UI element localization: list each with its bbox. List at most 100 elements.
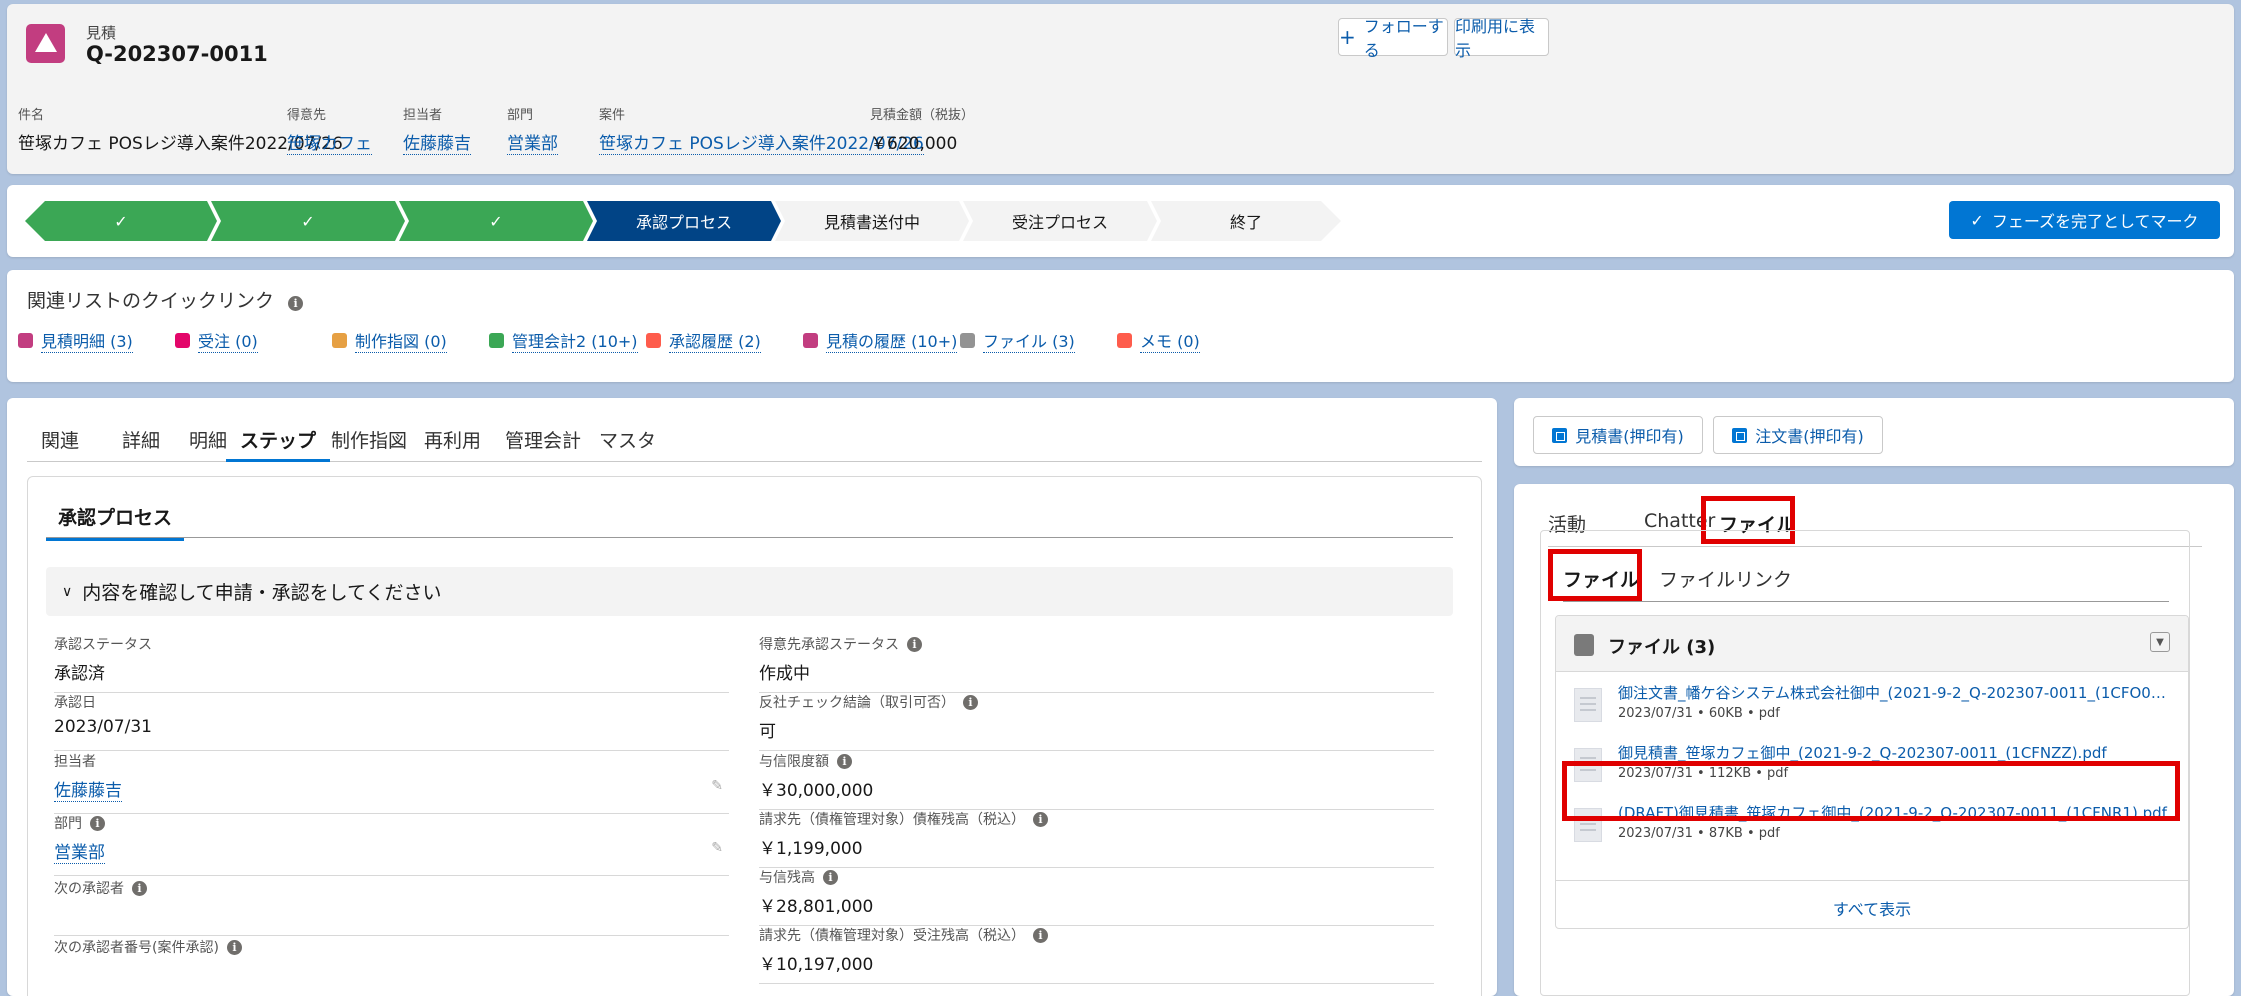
field-customer-approval-status: 得意先承認ステータス i 作成中	[759, 635, 1434, 693]
record-title: Q-202307-0011	[86, 42, 268, 66]
check-icon: ✓	[1970, 210, 1984, 230]
divider	[1556, 880, 2188, 881]
tab-accounting[interactable]: 管理会計	[491, 426, 595, 462]
field-next-approver: 次の承認者 i	[54, 879, 729, 936]
main-detail-panel: 関連 詳細 明細 ステップ 制作指図 再利用 管理会計 マスタ 承認プロセス ∨…	[7, 398, 1497, 996]
quick-link-quote-lines[interactable]: 見積明細 (3)	[18, 328, 133, 353]
check-icon: ✓	[489, 211, 503, 231]
section-header[interactable]: ∨ 内容を確認して申請・承認をしてください	[46, 567, 1453, 616]
pencil-icon[interactable]: ✎	[711, 778, 723, 794]
customer-link[interactable]: 笹塚カフェ	[287, 134, 372, 155]
stage-closed[interactable]: 終了	[1151, 201, 1341, 241]
owner-link[interactable]: 佐藤藤吉	[54, 781, 122, 802]
stage-3-complete[interactable]: ✓	[399, 201, 593, 241]
info-icon[interactable]: i	[907, 636, 922, 652]
tab-related[interactable]: 関連	[27, 426, 93, 462]
field-antisocial-check: 反社チェック結論（取引可否） i 可	[759, 693, 1434, 751]
quote-stamped-button[interactable]: 見積書(押印有)	[1533, 416, 1703, 454]
field-receivable-balance: 請求先（債権管理対象）債権残高（税込） i ￥1,199,000	[759, 810, 1434, 868]
field-owner: 担当者 佐藤藤吉	[403, 108, 471, 155]
field-credit-limit: 与信限度額 i ￥30,000,000	[759, 752, 1434, 810]
stage-order-process[interactable]: 受注プロセス	[963, 201, 1157, 241]
tab-details[interactable]: 詳細	[108, 426, 174, 462]
subtab-approval-process[interactable]: 承認プロセス	[46, 503, 185, 541]
info-icon[interactable]: i	[823, 869, 838, 885]
info-icon[interactable]: i	[288, 296, 304, 311]
quick-link-orders[interactable]: 受注 (0)	[175, 328, 258, 353]
quick-link-approval-history[interactable]: 承認履歴 (2)	[646, 328, 761, 353]
print-view-button[interactable]: 印刷用に表示	[1454, 17, 1549, 60]
plus-icon: +	[1339, 25, 1356, 49]
pencil-icon[interactable]: ✎	[711, 840, 723, 856]
record-header: 見積 Q-202307-0011 + フォローする 印刷用に表示 件名 笹塚カフ…	[7, 4, 2234, 174]
mark-stage-complete-button[interactable]: ✓ フェーズを完了としてマーク	[1949, 201, 2220, 239]
info-icon[interactable]: i	[132, 880, 147, 896]
quick-link-accounting[interactable]: 管理会計2 (10+)	[489, 328, 638, 353]
field-credit-balance: 与信残高 i ￥28,801,000	[759, 868, 1434, 926]
file-meta: 2023/07/31 • 60KB • pdf	[1618, 706, 1780, 721]
file-name-link[interactable]: 御注文書_幡ケ谷システム株式会社御中_(2021-9-2_Q-202307-00…	[1618, 682, 2174, 703]
department-link[interactable]: 営業部	[507, 134, 558, 155]
record-tabs: 関連 詳細 明細 ステップ 制作指図 再利用 管理会計 マスタ	[27, 426, 1482, 462]
info-icon[interactable]: i	[90, 815, 105, 831]
files-icon	[1574, 634, 1594, 656]
quote-line-icon	[18, 333, 33, 348]
subtab-file-links[interactable]: ファイルリンク	[1659, 565, 1792, 592]
field-department: 部門 営業部	[507, 108, 558, 155]
field-approval-date: 承認日 2023/07/31	[54, 693, 729, 751]
file-icon	[960, 333, 975, 348]
tab-reuse[interactable]: 再利用	[410, 426, 495, 462]
view-all-link[interactable]: すべて表示	[1556, 896, 2188, 920]
file-name-link[interactable]: 御見積書_笹塚カフェ御中_(2021-9-2_Q-202307-0011_(1C…	[1618, 742, 2174, 763]
tab-master[interactable]: マスタ	[585, 426, 670, 462]
stage-approval-process[interactable]: 承認プロセス	[587, 201, 781, 241]
document-icon	[1552, 427, 1568, 443]
quick-link-quote-history[interactable]: 見積の履歴 (10+)	[803, 328, 958, 353]
department-link[interactable]: 営業部	[54, 843, 105, 864]
check-icon: ✓	[301, 211, 315, 231]
info-icon[interactable]: i	[963, 694, 978, 710]
tab-steps[interactable]: ステップ	[226, 426, 331, 462]
field-owner: 担当者 佐藤藤吉 ✎	[54, 752, 729, 814]
field-quote-amount: 見積金額（税抜） ￥620,000	[870, 108, 975, 154]
stage-quote-sending[interactable]: 見積書送付中	[775, 201, 969, 241]
production-icon	[332, 333, 347, 348]
files-tab-content: ファイル ファイルリンク ファイル (3) ▼ 御注文書_幡ケ谷システム株式会社…	[1540, 530, 2190, 996]
object-type-label: 見積	[86, 24, 117, 42]
related-quick-links: 関連リストのクイックリンク i 見積明細 (3) 受注 (0) 制作指図 (0)…	[7, 270, 2234, 382]
follow-button[interactable]: + フォローする	[1338, 17, 1448, 60]
approval-icon	[646, 333, 661, 348]
files-list-header: ファイル (3) ▼	[1556, 616, 2188, 672]
dropdown-menu-icon[interactable]: ▼	[2150, 632, 2170, 652]
highlight-box	[1548, 549, 1642, 601]
accounting-icon	[489, 333, 504, 348]
file-row[interactable]: 御注文書_幡ケ谷システム株式会社御中_(2021-9-2_Q-202307-00…	[1574, 682, 2174, 740]
stage-1-complete[interactable]: ✓	[25, 201, 217, 241]
activity-panel: 活動 Chatter ファイル ファイル ファイルリンク ファイル (3) ▼ …	[1514, 484, 2234, 996]
info-icon[interactable]: i	[837, 753, 852, 769]
info-icon[interactable]: i	[1033, 927, 1048, 943]
order-stamped-button[interactable]: 注文書(押印有)	[1713, 416, 1883, 454]
quick-link-production[interactable]: 制作指図 (0)	[332, 328, 447, 353]
chevron-down-icon: ∨	[62, 583, 73, 600]
document-icon	[1732, 427, 1748, 443]
stage-2-complete[interactable]: ✓	[211, 201, 405, 241]
pdf-thumbnail-icon	[1574, 688, 1602, 722]
field-customer: 得意先 笹塚カフェ	[287, 108, 372, 155]
quick-link-notes[interactable]: メモ (0)	[1117, 328, 1200, 353]
info-icon[interactable]: i	[226, 939, 242, 955]
note-icon	[1117, 333, 1132, 348]
tab-production[interactable]: 制作指図	[317, 426, 421, 462]
quote-object-icon	[26, 24, 65, 63]
stage-path: ✓ ✓ ✓ 承認プロセス 見積書送付中 受注プロセス 終了 ✓ フェーズを完了と…	[7, 185, 2234, 257]
file-meta: 2023/07/31 • 87KB • pdf	[1618, 826, 1780, 841]
quick-link-files[interactable]: ファイル (3)	[960, 328, 1075, 353]
owner-link[interactable]: 佐藤藤吉	[403, 134, 471, 155]
field-next-approver-number: 次の承認者番号(案件承認) i	[54, 938, 729, 996]
check-icon: ✓	[114, 211, 128, 231]
history-icon	[803, 333, 818, 348]
field-approval-status: 承認ステータス 承認済	[54, 635, 729, 693]
approval-step-card: 承認プロセス ∨ 内容を確認して申請・承認をしてください 承認ステータス 承認済…	[27, 476, 1482, 996]
quick-links-title: 関連リストのクイックリンク i	[27, 286, 304, 313]
info-icon[interactable]: i	[1033, 811, 1048, 827]
